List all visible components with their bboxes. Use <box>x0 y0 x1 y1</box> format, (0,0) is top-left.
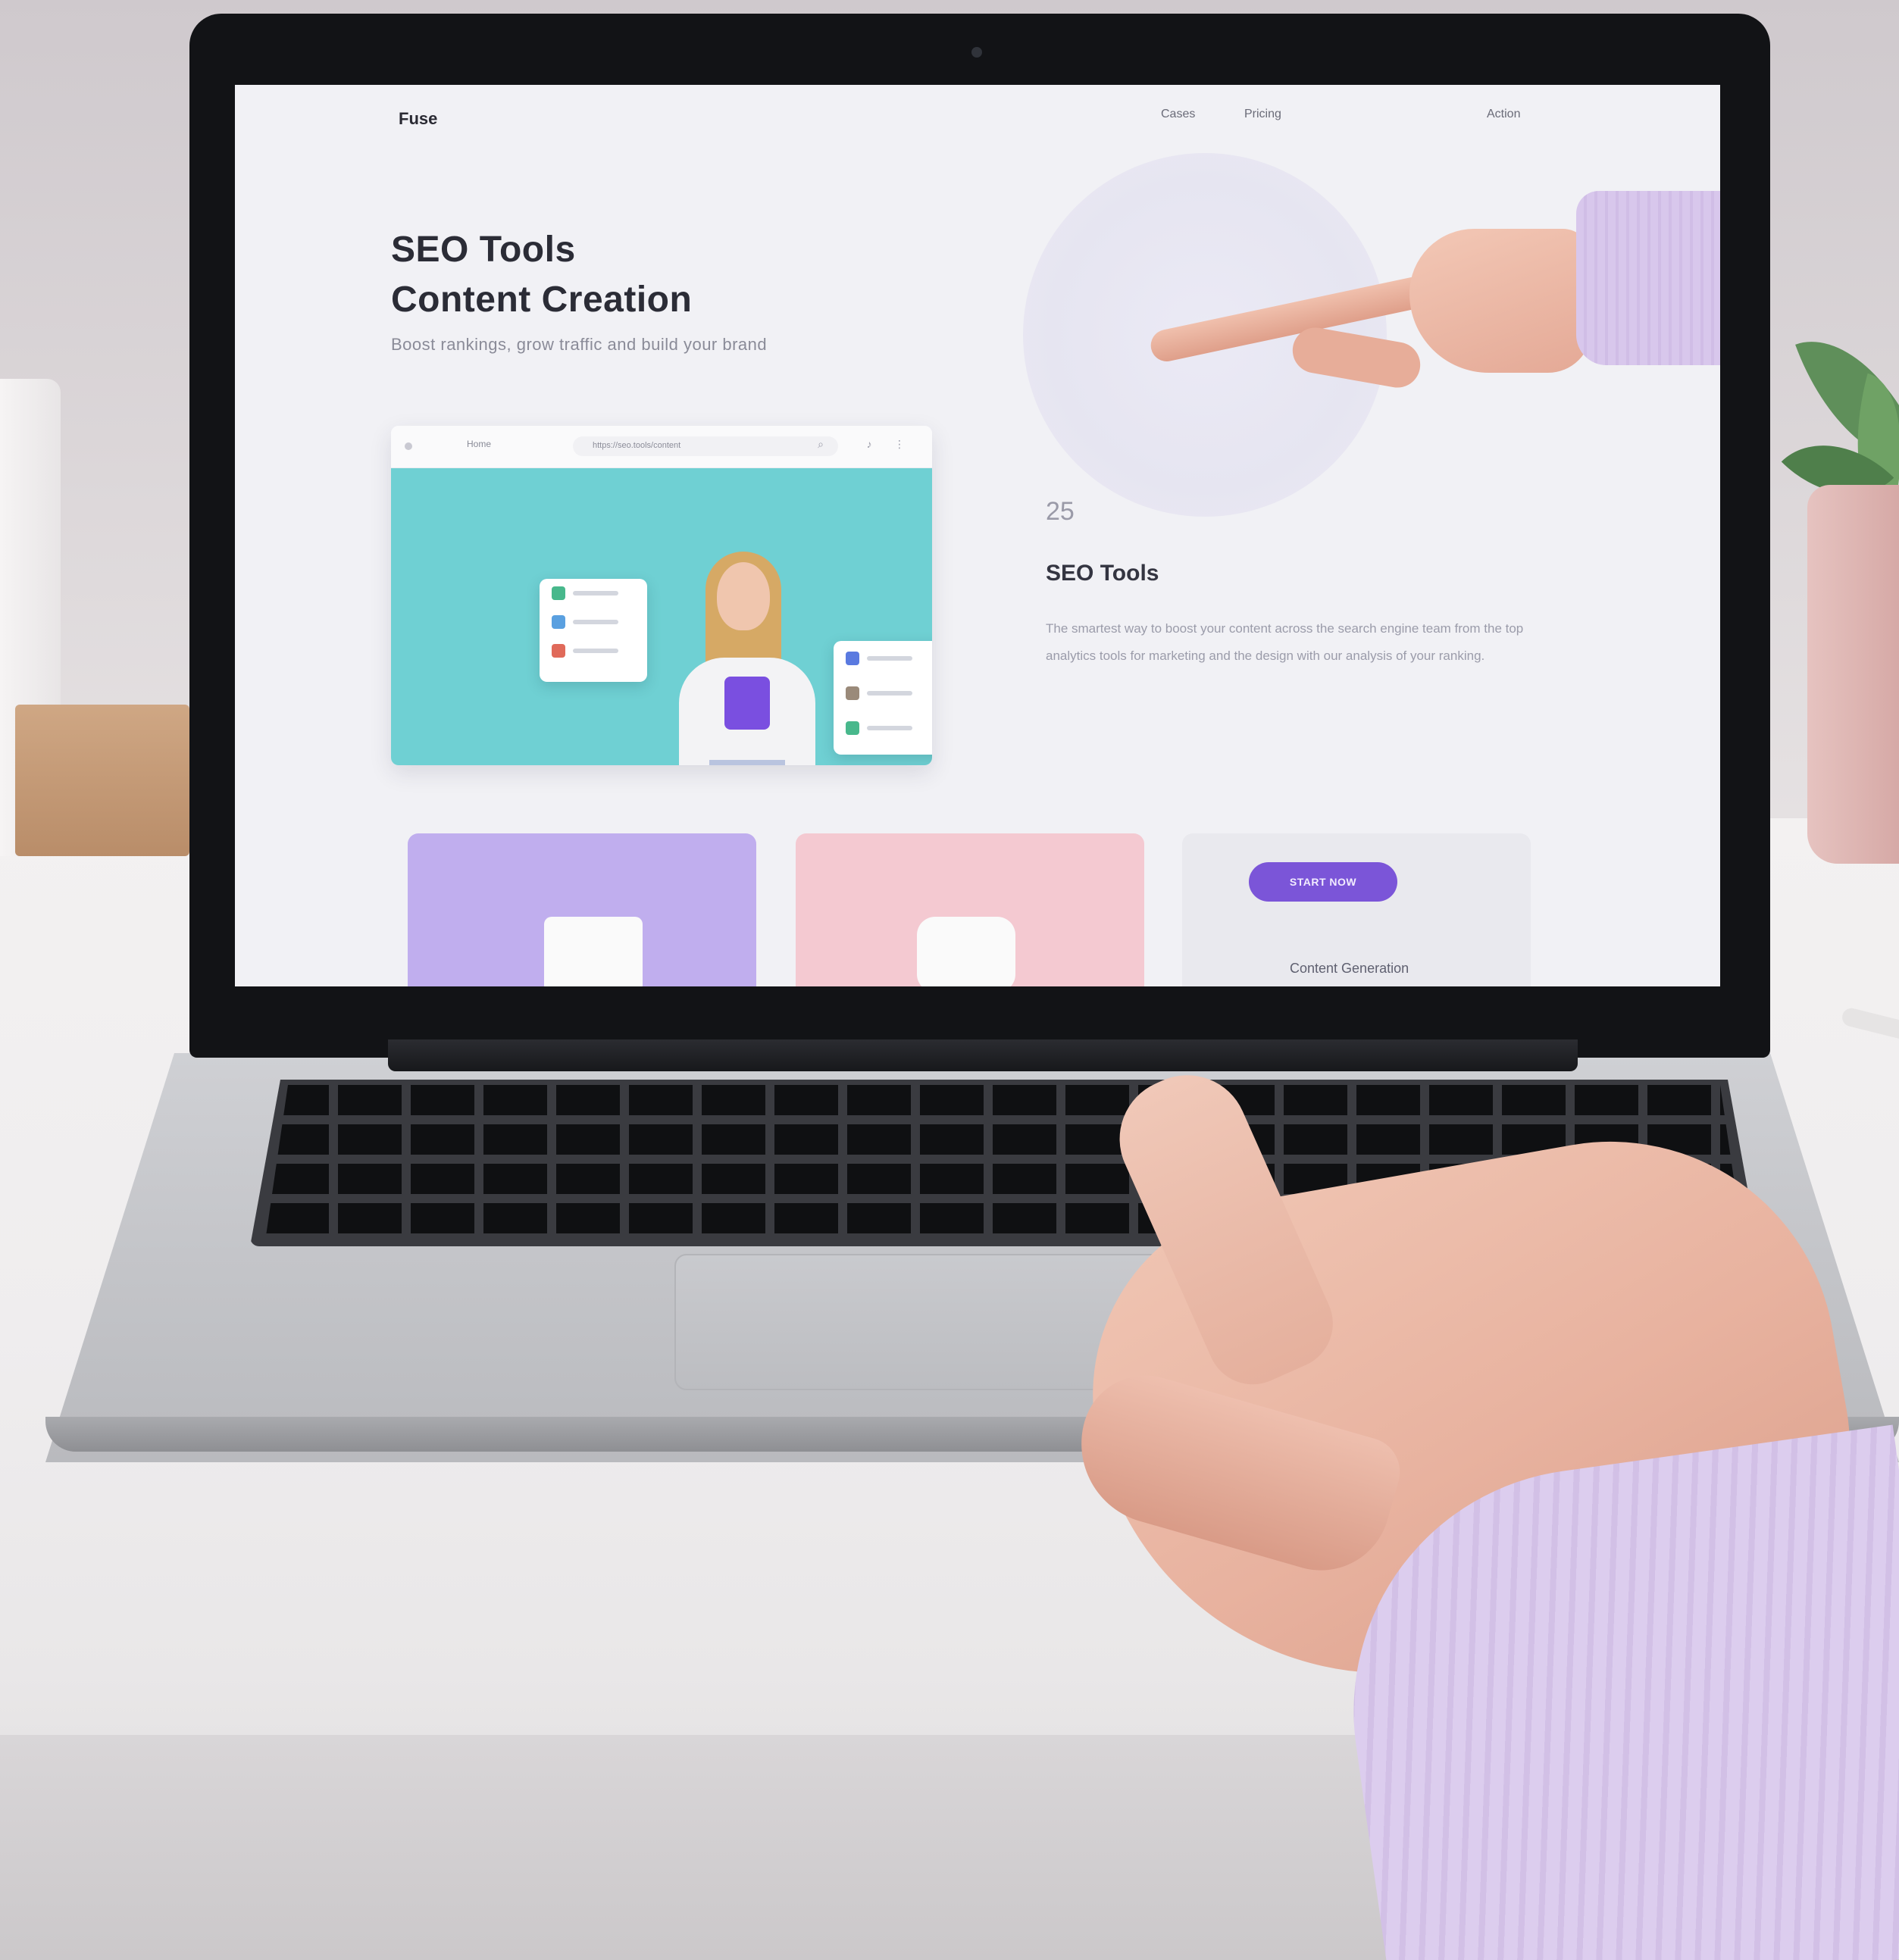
feature-card-lavender[interactable] <box>408 833 756 986</box>
check-icon <box>552 586 565 600</box>
pointing-hand-sleeve <box>1576 191 1720 365</box>
card-preview <box>544 917 643 986</box>
mockup-hero-image <box>391 468 932 765</box>
card-line <box>867 726 912 730</box>
address-bar[interactable]: https://seo.tools/content <box>573 436 838 456</box>
laptop-screen: Fuse Cases Pricing Action SEO Tools Cont… <box>235 85 1720 986</box>
card-line <box>867 691 912 696</box>
card-preview <box>917 917 1015 986</box>
nav-item-cases[interactable]: Cases <box>1161 108 1195 121</box>
card-row <box>540 636 647 665</box>
card-row <box>540 608 647 636</box>
site-logo[interactable]: Fuse <box>399 109 437 129</box>
hero-title: SEO Tools Content Creation <box>391 225 692 325</box>
card-row <box>540 579 647 608</box>
plant-pot <box>1807 485 1899 864</box>
person-face <box>717 562 770 630</box>
card-line <box>867 656 912 661</box>
floating-card-left <box>540 579 647 682</box>
person-top <box>724 677 770 730</box>
person-jeans <box>709 760 785 765</box>
card-row <box>834 676 932 711</box>
chart-icon <box>846 652 859 665</box>
feature-number: 25 <box>1046 497 1075 526</box>
floating-card-right <box>834 641 932 755</box>
card-line <box>573 649 618 653</box>
browser-mockup: Home https://seo.tools/content ⌕ ♪ ⋮ <box>391 426 932 765</box>
browser-toolbar: Home https://seo.tools/content ⌕ ♪ ⋮ <box>391 426 932 468</box>
cta-subtitle: Content Generation <box>1290 961 1409 976</box>
card-row <box>834 641 932 676</box>
card-row <box>834 711 932 746</box>
window-dot-icon <box>405 442 412 450</box>
wooden-box <box>15 705 189 856</box>
nav-item-action[interactable]: Action <box>1487 108 1520 121</box>
bell-icon[interactable]: ♪ <box>861 438 878 455</box>
hero-subtitle: Boost rankings, grow traffic and build y… <box>391 335 768 354</box>
pointing-hand <box>1409 229 1591 373</box>
start-now-button[interactable]: START NOW <box>1249 862 1397 902</box>
menu-icon[interactable]: ⋮ <box>891 438 908 455</box>
alert-icon <box>552 644 565 658</box>
feature-card-pink[interactable] <box>796 833 1144 986</box>
card-line <box>573 620 618 624</box>
doc-icon <box>552 615 565 629</box>
webcam-icon <box>971 47 982 58</box>
hero-title-line2: Content Creation <box>391 280 693 320</box>
feature-title: SEO Tools <box>1046 561 1159 586</box>
check-icon <box>846 721 859 735</box>
nav-item-pricing[interactable]: Pricing <box>1244 108 1281 121</box>
browser-tab[interactable]: Home <box>467 439 491 449</box>
hero-title-line1: SEO Tools <box>391 230 576 270</box>
search-icon[interactable]: ⌕ <box>812 438 829 455</box>
laptop-hinge <box>388 1039 1578 1071</box>
feature-description: The smartest way to boost your content a… <box>1046 621 1524 663</box>
card-line <box>573 591 618 596</box>
list-icon <box>846 686 859 700</box>
